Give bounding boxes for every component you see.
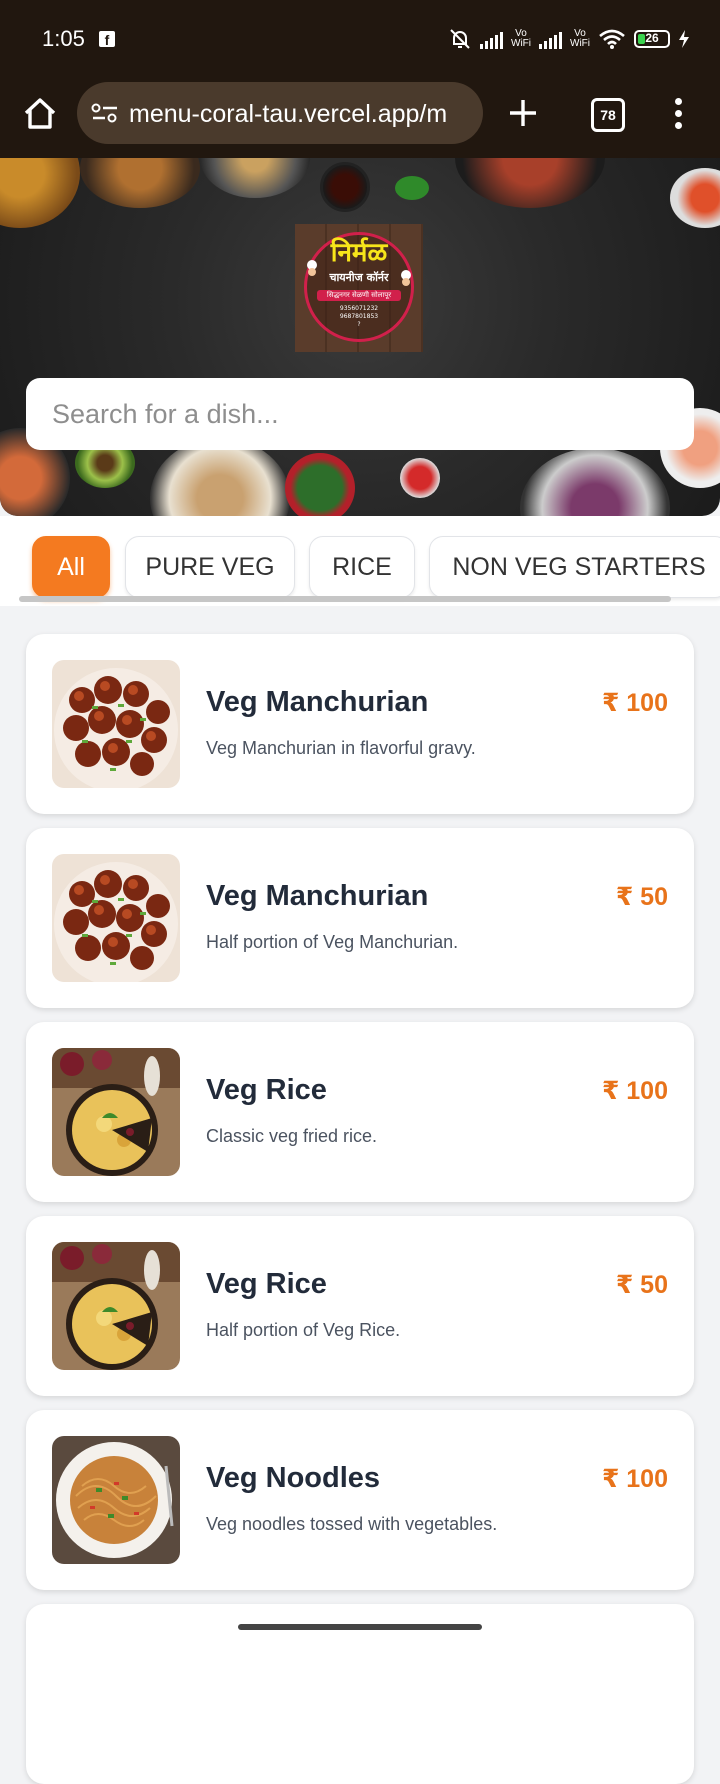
search-input[interactable]	[52, 378, 672, 450]
logo-phone: ?	[357, 321, 361, 328]
tab-rice[interactable]: RICE	[309, 536, 415, 598]
logo-phone: 9356071232	[339, 305, 379, 312]
manchurian-image	[52, 854, 180, 982]
item-description: Classic veg fried rice.	[206, 1126, 378, 1146]
more-vert-icon[interactable]	[673, 98, 683, 130]
menu-item-card[interactable]: Veg Manchurian Veg Manchurian in flavorf…	[26, 634, 694, 814]
restaurant-logo: निर्मळ चायनीज कॉर्नर सिद्धनगर सेळणी सोला…	[295, 224, 423, 352]
item-price: ₹ 50	[615, 883, 668, 911]
sauce-bowl-decoration	[320, 162, 370, 212]
item-description: Half portion of Veg Rice.	[206, 1320, 401, 1340]
menu-item-card[interactable]: Veg Rice Classic veg fried rice. ₹ 100	[26, 1022, 694, 1202]
item-name: Veg Manchurian	[206, 686, 429, 718]
wifi-icon	[599, 29, 625, 49]
food-plate-decoration	[80, 158, 200, 208]
status-icons: Vo WiFi Vo WiFi 26	[448, 24, 690, 54]
food-plate-decoration	[285, 453, 355, 516]
item-name: Veg Rice	[206, 1074, 327, 1106]
food-plate-decoration	[455, 158, 605, 208]
logo-subtitle: चायनीज कॉर्नर	[329, 271, 389, 284]
address-bar[interactable]: menu-coral-tau.vercel.app/m	[77, 82, 483, 144]
tab-non-veg-starters[interactable]: NON VEG STARTERS	[429, 536, 720, 598]
tabs-icon[interactable]: 78	[591, 98, 625, 132]
category-tabs: All PURE VEG RICE NON VEG STARTERS	[0, 516, 720, 606]
leaf-decoration	[395, 176, 429, 200]
gesture-home-indicator[interactable]	[238, 1624, 482, 1630]
mute-icon	[450, 29, 470, 49]
tab-pure-veg[interactable]: PURE VEG	[125, 536, 295, 598]
facebook-icon: f	[99, 31, 115, 48]
menu-item-card[interactable]	[26, 1604, 694, 1784]
item-name: Veg Noodles	[206, 1462, 381, 1494]
item-description: Veg Manchurian in flavorful gravy.	[206, 738, 476, 758]
item-name: Veg Manchurian	[206, 880, 429, 912]
site-settings-icon[interactable]	[91, 102, 119, 124]
status-time: 1:05	[42, 26, 85, 51]
browser-chrome: 1:05 f Vo WiFi Vo WiFi 26 menu-coral-tau…	[0, 0, 720, 158]
url-text[interactable]: menu-coral-tau.vercel.app/m	[129, 100, 447, 129]
item-price: ₹ 100	[601, 1077, 668, 1105]
vowifi-icon: Vo WiFi	[511, 28, 531, 49]
battery-icon: 26	[634, 30, 670, 48]
food-plate-decoration	[200, 158, 310, 198]
item-price: ₹ 100	[601, 689, 668, 717]
noodles-image	[52, 1436, 180, 1564]
logo-address: सिद्धनगर सेळणी सोलापूर	[317, 290, 401, 301]
home-icon[interactable]	[20, 94, 60, 134]
menu-item-card[interactable]: Veg Noodles Veg noodles tossed with vege…	[26, 1410, 694, 1590]
rice-image	[52, 1242, 180, 1370]
signal-icon	[539, 29, 562, 49]
item-description: Veg noodles tossed with vegetables.	[206, 1514, 498, 1534]
logo-phone: 9687801853	[339, 313, 379, 320]
tab-all[interactable]: All	[32, 536, 110, 598]
item-description: Half portion of Veg Manchurian.	[206, 932, 459, 952]
rice-image	[52, 1048, 180, 1176]
plus-icon[interactable]	[506, 96, 540, 130]
battery-level: 26	[645, 31, 659, 45]
food-plate-decoration	[670, 168, 720, 228]
vowifi-icon: Vo WiFi	[570, 28, 590, 49]
food-plate-decoration	[520, 448, 670, 516]
signal-icon	[480, 29, 503, 49]
menu-item-card[interactable]: Veg Manchurian Half portion of Veg Manch…	[26, 828, 694, 1008]
item-price: ₹ 100	[601, 1465, 668, 1493]
charging-icon	[679, 30, 689, 48]
sauce-bowl-decoration	[400, 458, 440, 498]
tabs-scrollbar[interactable]	[19, 596, 671, 602]
menu-item-card[interactable]: Veg Rice Half portion of Veg Rice. ₹ 50	[26, 1216, 694, 1396]
item-price: ₹ 50	[615, 1271, 668, 1299]
hero-banner: निर्मळ चायनीज कॉर्नर सिद्धनगर सेळणी सोला…	[0, 158, 720, 516]
search-box[interactable]	[26, 378, 694, 450]
food-plate-decoration	[0, 158, 80, 228]
logo-title: निर्मळ	[330, 238, 388, 268]
item-name: Veg Rice	[206, 1268, 327, 1300]
manchurian-image	[52, 660, 180, 788]
